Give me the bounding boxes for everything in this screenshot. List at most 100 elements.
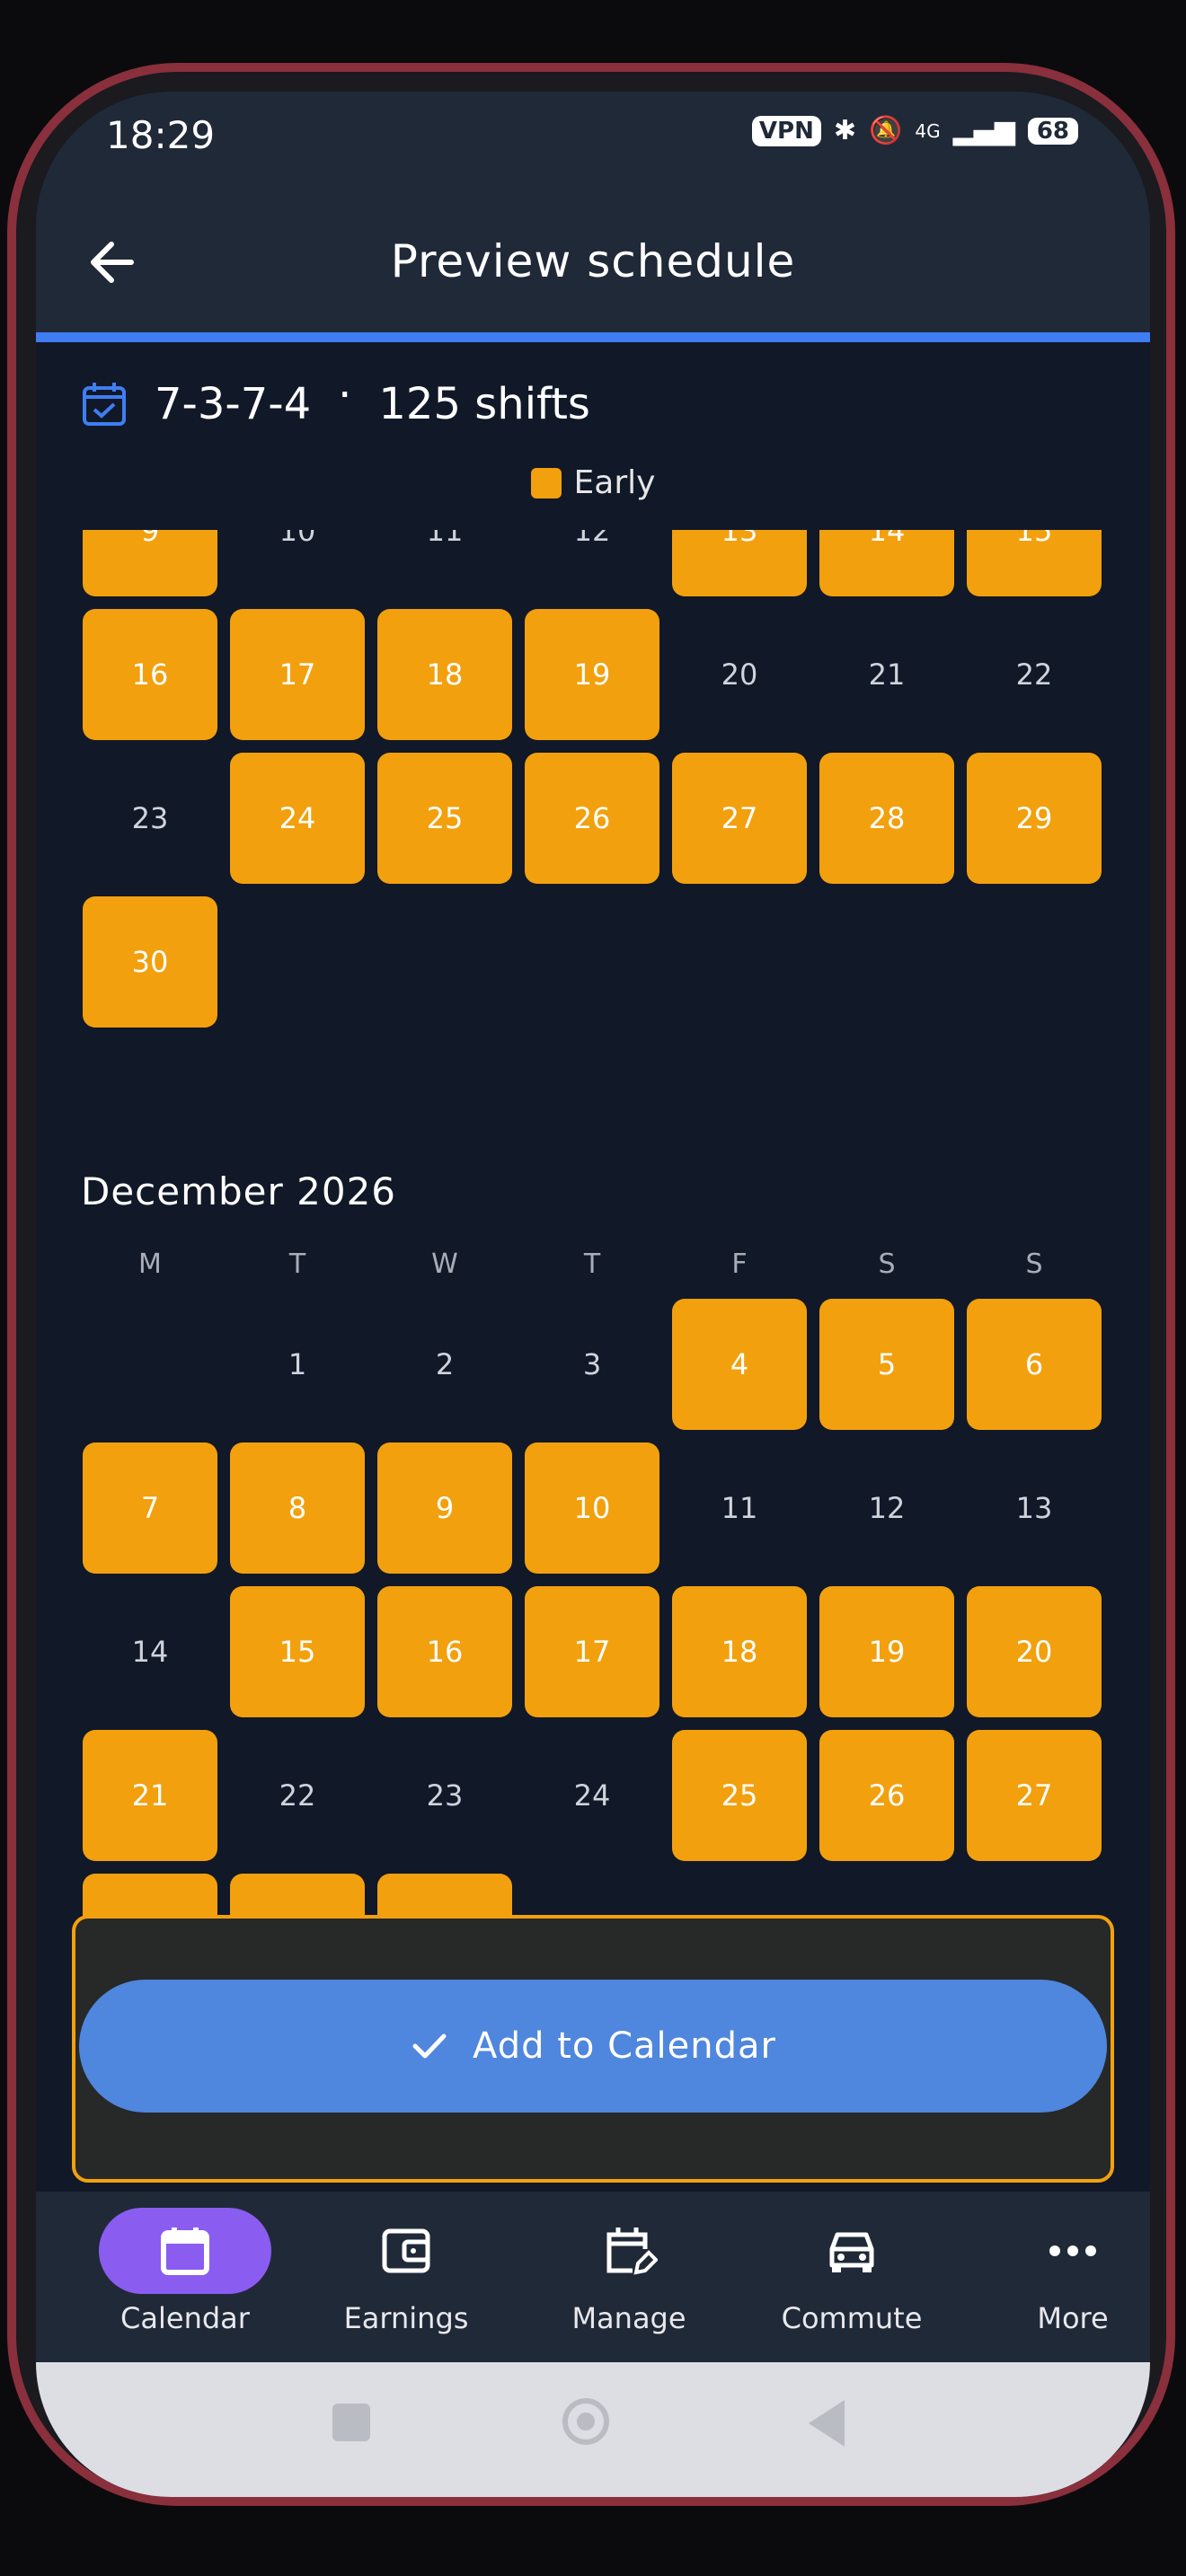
prev-month-day-30[interactable]: 30 bbox=[83, 896, 217, 1028]
weekday-label: F bbox=[731, 1248, 748, 1280]
december-day-15[interactable]: 15 bbox=[230, 1586, 365, 1717]
prev-month-day-14[interactable]: 14 bbox=[819, 530, 954, 596]
prev-month-day-28[interactable]: 28 bbox=[819, 753, 954, 884]
december-day-19[interactable]: 19 bbox=[819, 1586, 954, 1717]
status-icons: VPN ✱ 🔕 4G ▂▄▆ 68 bbox=[751, 115, 1078, 146]
prev-month-day-27[interactable]: 27 bbox=[672, 753, 807, 884]
progress-bar bbox=[36, 332, 1150, 342]
nav-more[interactable]: More bbox=[983, 2208, 1150, 2335]
december-day-25[interactable]: 25 bbox=[672, 1730, 807, 1861]
december-day-17[interactable]: 17 bbox=[525, 1586, 659, 1717]
prev-month-day-12[interactable]: 12 bbox=[525, 530, 659, 596]
prev-month-day-26[interactable]: 26 bbox=[525, 753, 659, 884]
weekday-label: M bbox=[138, 1248, 162, 1280]
prev-month-day-24[interactable]: 24 bbox=[230, 753, 365, 884]
december-day-13[interactable]: 13 bbox=[967, 1442, 1102, 1574]
december-day-9[interactable]: 9 bbox=[377, 1442, 512, 1574]
status-time: 18:29 bbox=[106, 113, 216, 157]
december-day-21[interactable]: 21 bbox=[83, 1730, 217, 1861]
bluetooth-icon: ✱ bbox=[833, 115, 856, 146]
prev-month-day-13[interactable]: 13 bbox=[672, 530, 807, 596]
calendar-check-icon bbox=[83, 383, 126, 426]
december-day-12[interactable]: 12 bbox=[819, 1442, 954, 1574]
december-day-8[interactable]: 8 bbox=[230, 1442, 365, 1574]
add-to-calendar-button[interactable]: Add to Calendar bbox=[79, 1980, 1107, 2113]
december-day-5[interactable]: 5 bbox=[819, 1299, 954, 1430]
nav-manage[interactable]: Manage bbox=[539, 2208, 719, 2335]
december-day-2[interactable]: 2 bbox=[377, 1299, 512, 1430]
december-day-6[interactable]: 6 bbox=[967, 1299, 1102, 1430]
separator: · bbox=[338, 370, 352, 420]
legend: Early bbox=[36, 464, 1150, 501]
prev-month-day-17[interactable]: 17 bbox=[230, 609, 365, 740]
december-day-20[interactable]: 20 bbox=[967, 1586, 1102, 1717]
app-bar: Preview schedule bbox=[36, 199, 1150, 332]
battery-badge: 68 bbox=[1027, 117, 1078, 145]
prev-month-day-16[interactable]: 16 bbox=[83, 609, 217, 740]
weekday-label: W bbox=[431, 1248, 458, 1280]
nav-label: More bbox=[1037, 2301, 1109, 2335]
december-day-26[interactable]: 26 bbox=[819, 1730, 954, 1861]
nav-calendar[interactable]: Calendar bbox=[95, 2208, 275, 2335]
prev-month-day-29[interactable]: 29 bbox=[967, 753, 1102, 884]
more-icon bbox=[1049, 2245, 1096, 2256]
prev-month-day-25[interactable]: 25 bbox=[377, 753, 512, 884]
add-to-calendar-label: Add to Calendar bbox=[473, 2025, 776, 2067]
december-day-4[interactable]: 4 bbox=[672, 1299, 807, 1430]
nav-label: Earnings bbox=[343, 2301, 469, 2335]
legend-swatch-early bbox=[530, 467, 562, 498]
car-icon bbox=[829, 2232, 874, 2272]
december-day-7[interactable]: 7 bbox=[83, 1442, 217, 1574]
december-day-24[interactable]: 24 bbox=[525, 1730, 659, 1861]
nav-label: Commute bbox=[781, 2301, 923, 2335]
prev-month-day-18[interactable]: 18 bbox=[377, 609, 512, 740]
weekday-label: T bbox=[583, 1248, 601, 1280]
edit-calendar-icon bbox=[606, 2228, 658, 2275]
nav-earnings[interactable]: Earnings bbox=[316, 2208, 496, 2335]
wallet-icon bbox=[382, 2228, 430, 2273]
screen: 18:29 VPN ✱ 🔕 4G ▂▄▆ 68 Preview schedule… bbox=[36, 92, 1150, 2497]
calendar-icon bbox=[161, 2228, 209, 2275]
weekday-label: S bbox=[878, 1248, 896, 1280]
december-day-16[interactable]: 16 bbox=[377, 1586, 512, 1717]
home-button[interactable] bbox=[562, 2398, 609, 2445]
legend-label-early: Early bbox=[573, 464, 656, 501]
december-day-3[interactable]: 3 bbox=[525, 1299, 659, 1430]
weekday-label: T bbox=[288, 1248, 306, 1280]
system-back-button[interactable] bbox=[809, 2400, 845, 2447]
system-navigation bbox=[36, 2362, 1150, 2497]
prev-month-day-11[interactable]: 11 bbox=[377, 530, 512, 596]
pattern-label: 7-3-7-4 bbox=[155, 379, 312, 429]
december-day-22[interactable]: 22 bbox=[230, 1730, 365, 1861]
december-day-1[interactable]: 1 bbox=[230, 1299, 365, 1430]
december-day-11[interactable]: 11 bbox=[672, 1442, 807, 1574]
prev-month-day-22[interactable]: 22 bbox=[967, 609, 1102, 740]
check-icon bbox=[412, 2033, 447, 2059]
december-day-23[interactable]: 23 bbox=[377, 1730, 512, 1861]
bottom-nav: Calendar Earnings Manage Commute More bbox=[36, 2192, 1150, 2362]
nav-label: Calendar bbox=[120, 2301, 250, 2335]
december-day-14[interactable]: 14 bbox=[83, 1586, 217, 1717]
prev-month-day-21[interactable]: 21 bbox=[819, 609, 954, 740]
calendar-scroll[interactable]: December 2026 9 10 11 12 13 14 15 16 17 18 19 20 21 2… bbox=[36, 530, 1150, 2012]
prev-month-day-20[interactable]: 20 bbox=[672, 609, 807, 740]
weekday-label: S bbox=[1025, 1248, 1043, 1280]
signal-icon: ▂▄▆ bbox=[952, 115, 1015, 146]
shift-count: 125 shifts bbox=[378, 379, 590, 429]
december-day-10[interactable]: 10 bbox=[525, 1442, 659, 1574]
prev-month-day-23[interactable]: 23 bbox=[83, 753, 217, 884]
page-title: Preview schedule bbox=[390, 235, 796, 287]
prev-month-day-9[interactable]: 9 bbox=[83, 530, 217, 596]
mute-icon: 🔕 bbox=[869, 115, 903, 146]
prev-month-day-19[interactable]: 19 bbox=[525, 609, 659, 740]
prev-month-day-10[interactable]: 10 bbox=[230, 530, 365, 596]
prev-month-day-15[interactable]: 15 bbox=[967, 530, 1102, 596]
nav-commute[interactable]: Commute bbox=[762, 2208, 942, 2335]
schedule-summary: 7-3-7-4 · 125 shifts bbox=[81, 370, 590, 429]
status-bar: 18:29 VPN ✱ 🔕 4G ▂▄▆ 68 bbox=[36, 92, 1150, 199]
network-label: 4G bbox=[915, 119, 941, 142]
december-day-27[interactable]: 27 bbox=[967, 1730, 1102, 1861]
recents-button[interactable] bbox=[332, 2404, 370, 2441]
december-day-18[interactable]: 18 bbox=[672, 1586, 807, 1717]
month-title-december: December 2026 bbox=[81, 1169, 397, 1213]
